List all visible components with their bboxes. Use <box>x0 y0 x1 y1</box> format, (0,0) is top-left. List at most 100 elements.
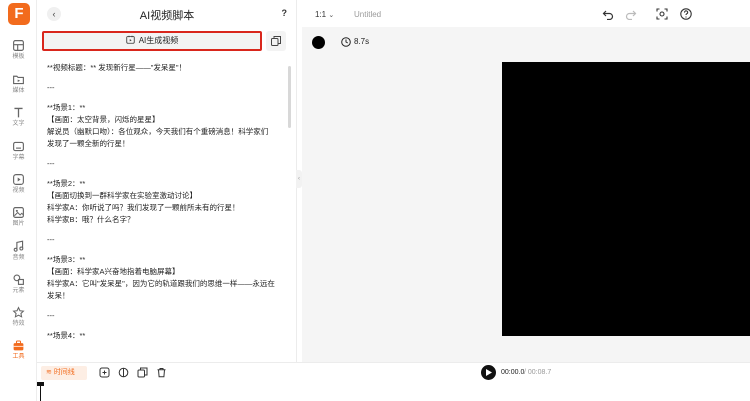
sidebar-item-elements[interactable]: 元素 <box>0 273 37 303</box>
aspect-ratio-select[interactable]: 1:1 ⌄ <box>315 10 334 19</box>
aspect-ratio-value: 1:1 <box>315 10 327 19</box>
script-line: 发呆！ <box>47 291 70 300</box>
script-spacer <box>47 94 287 102</box>
script-spacer <box>47 322 287 330</box>
sidebar-item-image[interactable]: 图片 <box>0 206 37 236</box>
help-icon[interactable]: ? <box>282 8 288 18</box>
script-line: 科学家A：你听说了吗？我们发现了一颗前所未有的行星！ <box>47 203 240 212</box>
sidebar-item-media[interactable]: 媒体 <box>0 73 37 103</box>
script-line: **场景1：** <box>47 103 86 112</box>
elements-icon <box>13 274 24 285</box>
undo-icon <box>602 10 614 20</box>
subtitle-icon <box>13 141 24 152</box>
script-line: 科学家A：它叫"发呆星"，因为它的轨道跟我们的思维一样——永远在 <box>47 279 275 288</box>
script-spacer <box>47 302 287 310</box>
add-square-icon <box>99 367 110 378</box>
document-title[interactable]: Untitled <box>354 10 381 19</box>
sidebar-item-subtitle[interactable]: 字幕 <box>0 140 37 170</box>
script-spacer <box>47 246 287 254</box>
script-line: --- <box>47 311 55 320</box>
script-spacer <box>47 226 287 234</box>
image-icon <box>13 207 24 218</box>
audio-icon <box>13 240 24 252</box>
app-logo[interactable]: F <box>8 3 30 25</box>
sidebar-item-effects[interactable]: 特效 <box>0 306 37 336</box>
question-circle-icon <box>680 8 692 20</box>
split-icon <box>118 367 129 378</box>
script-line: 发现了一颗全新的行星！ <box>47 139 130 148</box>
sidebar-item-label: 特效 <box>12 321 25 327</box>
sidebar-item-template[interactable]: 模板 <box>0 39 37 69</box>
script-line: 【画面：科学家A兴奋地指着电脑屏幕】 <box>47 267 180 276</box>
left-sidebar: F 模板 媒体 文字 字幕 视频 图片 音频 元素 特效 工具 <box>0 0 37 401</box>
tools-icon <box>13 340 24 351</box>
sidebar-item-label: 图片 <box>12 221 25 227</box>
script-line: 解说员（幽默口吻）：各位观众，今天我们有个重磅消息！科学家们 <box>47 127 269 136</box>
chevron-down-icon: ⌄ <box>328 12 335 19</box>
split-button[interactable] <box>118 367 129 378</box>
effects-icon <box>12 306 25 318</box>
total-time: / 00:08.7 <box>524 369 552 376</box>
sidebar-item-label: 音频 <box>12 255 25 261</box>
script-line: 【画面：太空背景，闪烁的星星】 <box>47 115 160 124</box>
trash-icon <box>157 368 166 378</box>
redo-button[interactable] <box>625 8 637 20</box>
template-icon <box>13 40 24 51</box>
timeline-label: 时间线 <box>53 369 75 376</box>
media-icon <box>13 75 24 85</box>
video-preview[interactable] <box>502 62 750 336</box>
undo-button[interactable] <box>602 8 614 20</box>
panel-scrollbar[interactable] <box>288 66 291 128</box>
panel-header: ‹ AI视频脚本 ? <box>37 0 297 28</box>
sidebar-item-label: 字幕 <box>12 155 25 161</box>
script-line: 科学家B：哦？什么名字？ <box>47 215 135 224</box>
panel-title: AI视频脚本 <box>139 10 195 22</box>
delete-button[interactable] <box>156 367 167 378</box>
script-text[interactable]: **视频标题：** 发现新行星——"发呆星"！ --- **场景1：** 【画面：太空… <box>47 62 287 358</box>
sidebar-item-video[interactable]: 视频 <box>0 173 37 203</box>
sidebar-item-label: 视频 <box>12 188 25 194</box>
play-icon <box>486 369 492 376</box>
add-clip-button[interactable] <box>99 367 110 378</box>
script-spacer <box>47 150 287 158</box>
playhead[interactable] <box>40 384 41 401</box>
script-line: 【画面切换到一群科学家在实验室激动讨论】 <box>47 191 197 200</box>
duration-value[interactable]: 8.7s <box>354 37 369 46</box>
sidebar-item-label: 元素 <box>12 288 25 294</box>
sidebar-item-label: 模板 <box>12 54 25 60</box>
script-line: --- <box>47 159 55 168</box>
help-button[interactable] <box>680 8 692 20</box>
script-line: **视频标题：** 发现新行星——"发呆星"！ <box>47 63 187 72</box>
sidebar-item-label: 媒体 <box>12 88 25 94</box>
timeline-icon: ≋ <box>46 369 54 376</box>
screenshot-button[interactable] <box>656 8 668 20</box>
script-line: **场景4：** <box>47 331 86 340</box>
play-button[interactable] <box>481 365 496 380</box>
clock-icon <box>341 37 351 47</box>
duplicate-button[interactable] <box>137 367 148 378</box>
sidebar-item-audio[interactable]: 音频 <box>0 240 37 270</box>
script-line: --- <box>47 235 55 244</box>
sidebar-item-label: 文字 <box>12 121 25 127</box>
redo-icon <box>625 10 637 20</box>
copy-button[interactable] <box>266 31 286 51</box>
script-line: --- <box>47 83 55 92</box>
timeline-toggle-button[interactable]: ≋ 时间线 <box>41 366 87 380</box>
video-icon <box>13 174 24 185</box>
screenshot-icon <box>656 8 668 20</box>
ai-generate-video-button[interactable]: AI生成视频 <box>42 31 262 51</box>
calendar-video-icon <box>126 35 135 44</box>
script-spacer <box>47 170 287 178</box>
background-color-swatch[interactable] <box>312 36 325 49</box>
sidebar-item-text[interactable]: 文字 <box>0 106 37 136</box>
sidebar-item-tools[interactable]: 工具 <box>0 339 37 369</box>
current-time: 00:00.0 <box>501 369 525 376</box>
copy-icon <box>271 36 281 46</box>
ai-generate-video-label: AI生成视频 <box>138 36 179 45</box>
script-panel: ‹ AI视频脚本 ? AI生成视频 **视频标题：** 发现新行星——"发呆星"… <box>37 0 297 362</box>
script-line: **场景2：** <box>47 179 86 188</box>
text-icon <box>14 107 23 118</box>
script-spacer <box>47 74 287 82</box>
sidebar-item-label: 工具 <box>12 354 25 360</box>
script-line: **场景3：** <box>47 255 86 264</box>
